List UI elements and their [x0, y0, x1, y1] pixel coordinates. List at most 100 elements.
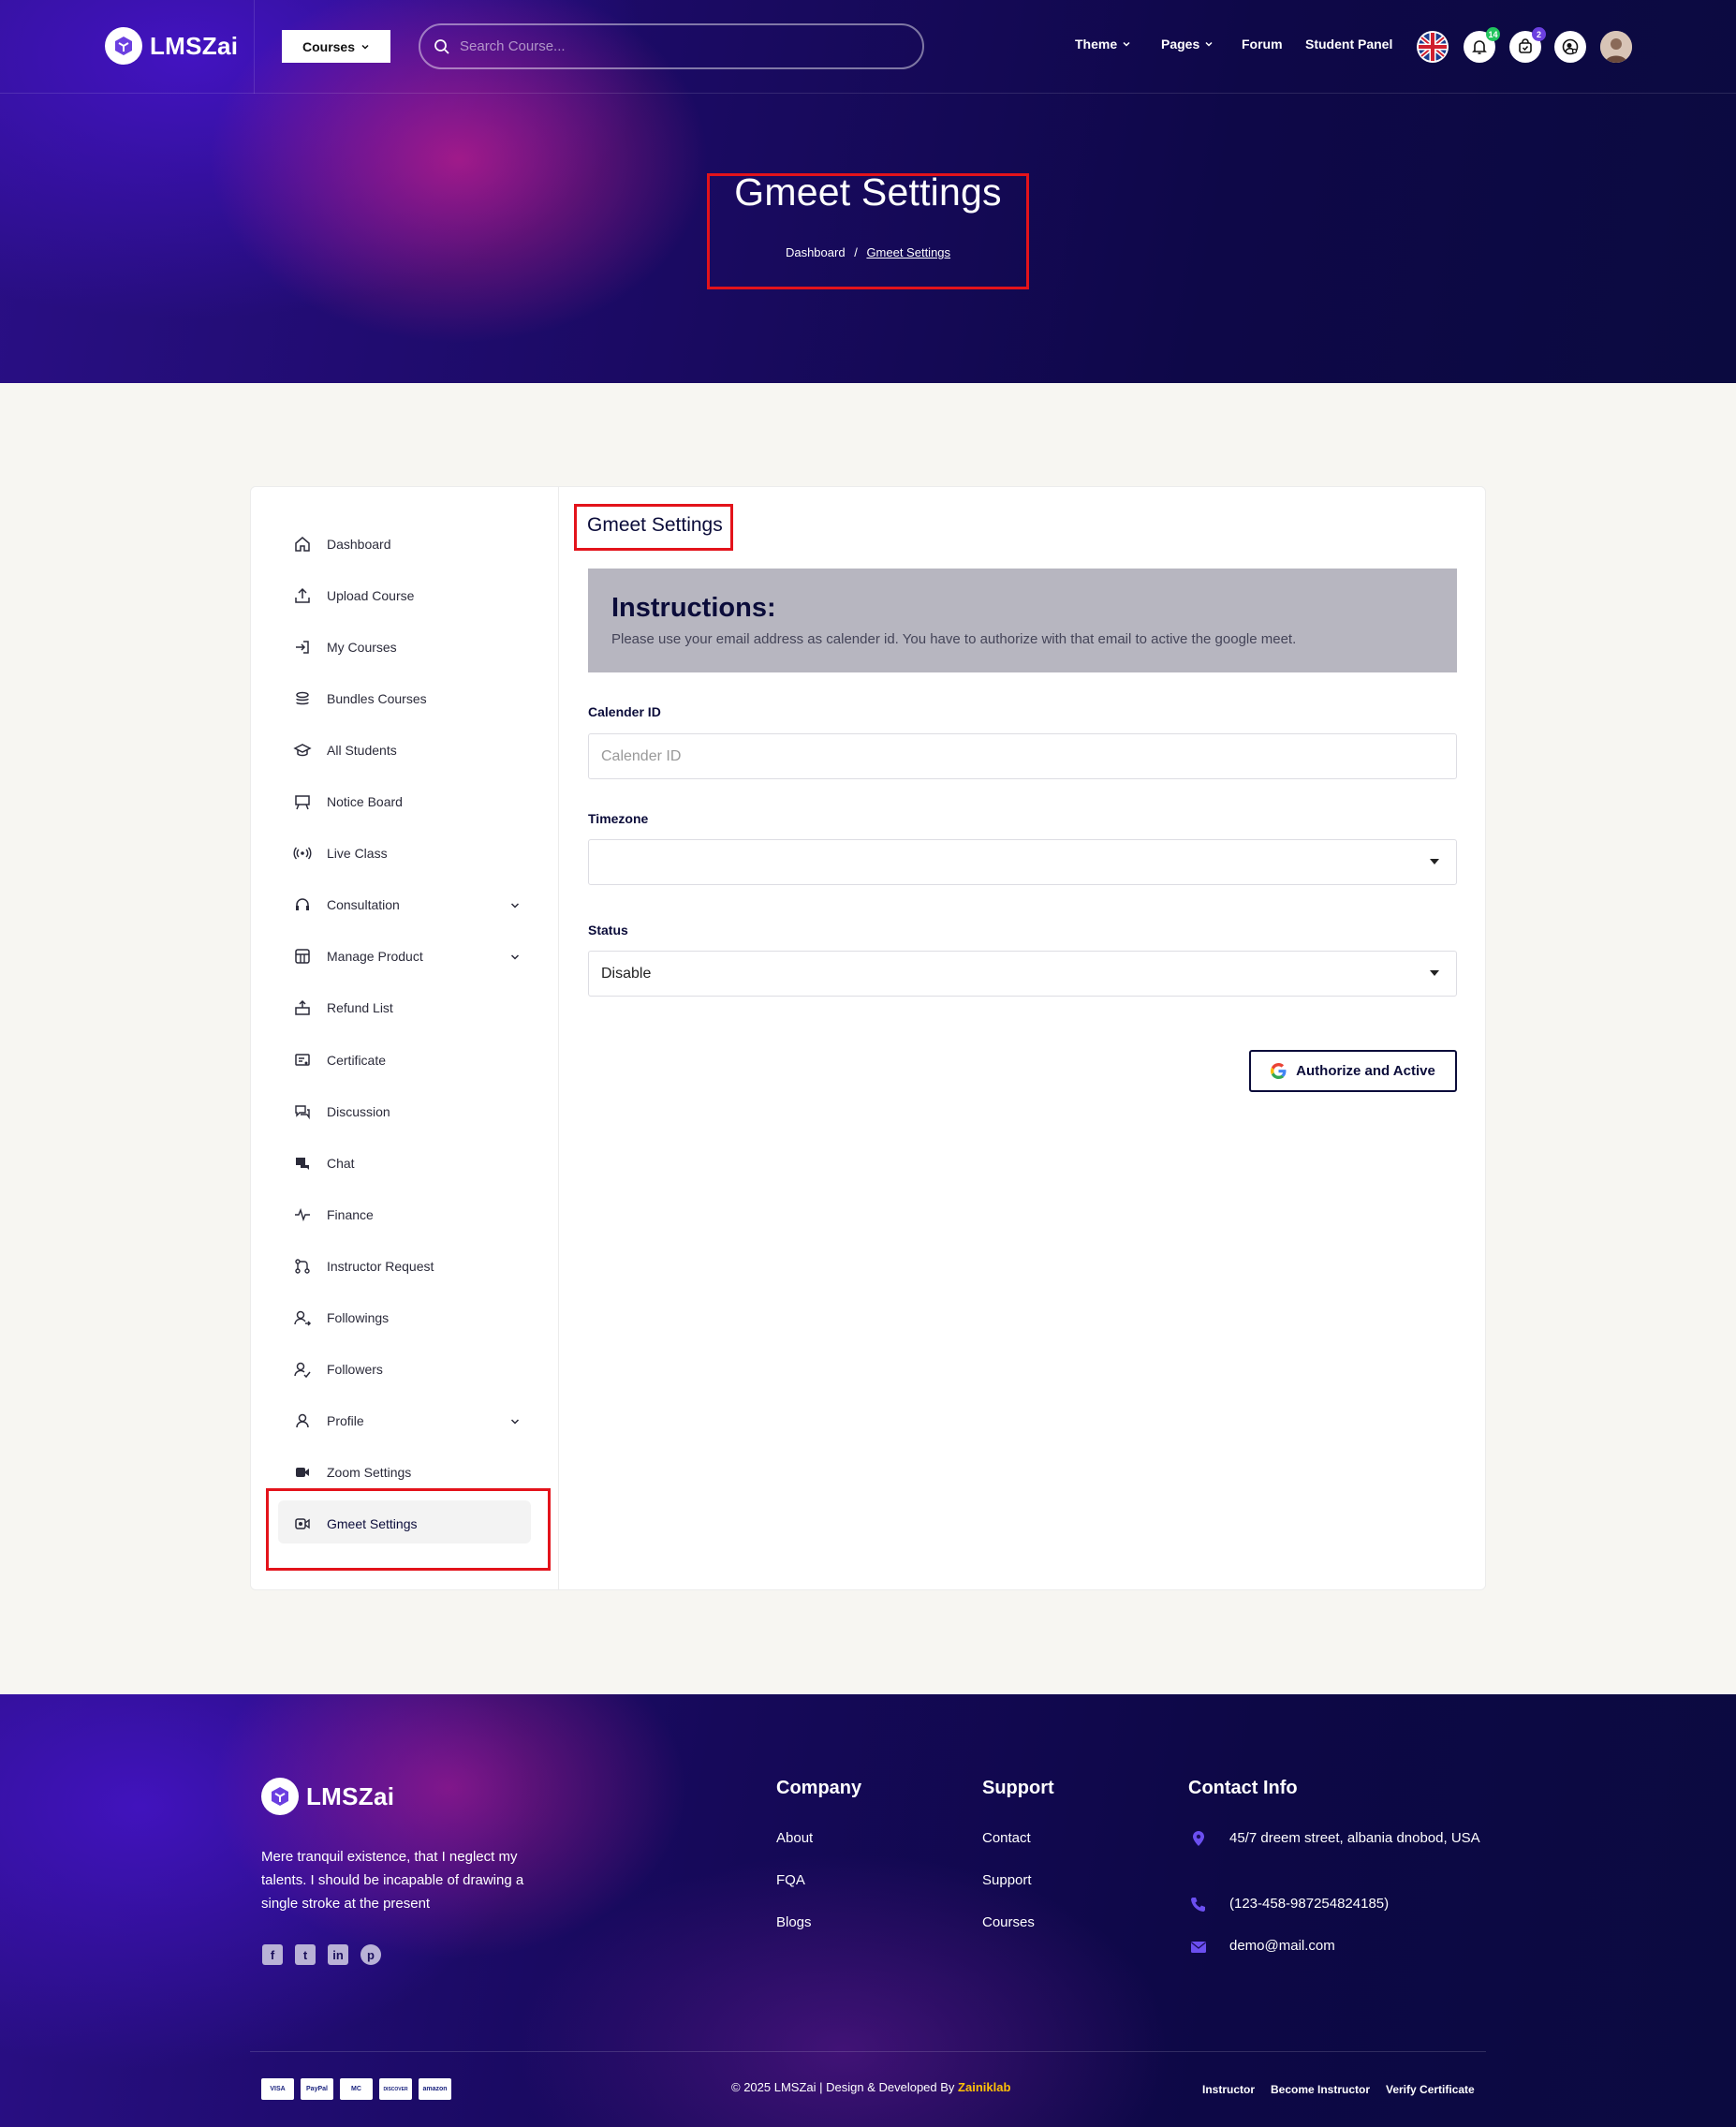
caret-down-icon [1430, 859, 1439, 864]
sidebar-item-refund-list[interactable]: Refund List [293, 997, 393, 1019]
sidebar-item-label: Notice Board [327, 794, 403, 809]
nav-student-panel[interactable]: Student Panel [1305, 37, 1392, 52]
logo-icon [105, 27, 142, 65]
sidebar-item-label: My Courses [327, 640, 397, 655]
sidebar-item-notice-board[interactable]: Notice Board [293, 790, 403, 813]
facebook-icon[interactable]: f [262, 1944, 283, 1965]
search-input[interactable] [460, 38, 900, 54]
instructions-text: Please use your email address as calende… [611, 631, 1297, 647]
login-icon [293, 638, 312, 657]
stack-icon [293, 689, 312, 708]
sidebar-item-live-class[interactable]: Live Class [293, 842, 388, 864]
sidebar-item-label: Dashboard [327, 537, 391, 552]
chevron-down-icon[interactable] [509, 951, 521, 962]
search-bar[interactable] [419, 23, 924, 69]
footer-link-become-instructor[interactable]: Become Instructor [1271, 2083, 1370, 2096]
chevron-down-icon [361, 44, 369, 50]
authorize-active-button[interactable]: Authorize and Active [1249, 1050, 1457, 1092]
sidebar-item-bundles-courses[interactable]: Bundles Courses [293, 687, 427, 710]
refund-icon [293, 998, 312, 1017]
instructions-box: Instructions: Please use your email addr… [588, 569, 1457, 672]
timezone-select[interactable] [588, 839, 1457, 885]
sidebar-item-followers[interactable]: Followers [293, 1358, 383, 1381]
copyright-text: © 2025 LMSZai | Design & Developed By [731, 2080, 955, 2094]
footer-link-fqa[interactable]: FQA [776, 1872, 805, 1888]
sidebar-item-manage-product[interactable]: Manage Product [293, 945, 423, 967]
status-select[interactable]: Disable [588, 951, 1457, 997]
sidebar-item-label: Zoom Settings [327, 1465, 412, 1480]
video-icon [293, 1463, 312, 1482]
authorize-label: Authorize and Active [1296, 1063, 1435, 1079]
discussion-icon [293, 1102, 312, 1121]
status-value: Disable [601, 965, 652, 982]
sidebar-item-label: Followings [327, 1310, 390, 1325]
sidebar-item-label: All Students [327, 743, 397, 758]
copyright-brand[interactable]: Zainiklab [958, 2080, 1010, 2094]
sidebar-item-label: Profile [327, 1413, 364, 1428]
chevron-down-icon [1205, 41, 1213, 47]
mastercard-icon: MC [340, 2078, 373, 2100]
discover-icon: DISCOVER [379, 2078, 412, 2100]
chevron-down-icon[interactable] [509, 899, 521, 910]
sidebar-item-label: Finance [327, 1207, 374, 1222]
sidebar-item-consultation[interactable]: Consultation [293, 894, 400, 916]
copyright: © 2025 LMSZai | Design & Developed By Za… [731, 2080, 1010, 2094]
footer-email[interactable]: demo@mail.com [1229, 1935, 1482, 1957]
nav-pages[interactable]: Pages [1161, 37, 1214, 52]
pulse-icon [293, 1205, 312, 1224]
pinterest-icon[interactable]: p [360, 1944, 381, 1965]
sidebar-item-followings[interactable]: Followings [293, 1307, 389, 1329]
chat-icon [293, 1154, 312, 1173]
footer-link-blogs[interactable]: Blogs [776, 1914, 812, 1930]
uk-flag-icon [1419, 33, 1447, 61]
sidebar-item-certificate[interactable]: Certificate [293, 1049, 386, 1071]
sidebar-item-zoom-settings[interactable]: Zoom Settings [293, 1461, 411, 1484]
avatar-image [1600, 31, 1632, 63]
sidebar-item-label: Consultation [327, 897, 400, 912]
footer-brand-name: LMSZai [306, 1781, 395, 1810]
board-icon [293, 792, 312, 811]
sidebar-item-upload-course[interactable]: Upload Course [293, 584, 414, 607]
footer-link-instructor[interactable]: Instructor [1202, 2083, 1255, 2096]
notifications-button[interactable]: 14 [1464, 27, 1500, 63]
footer-company-title: Company [776, 1778, 862, 1798]
sidebar-item-chat[interactable]: Chat [293, 1152, 355, 1174]
sidebar-item-my-courses[interactable]: My Courses [293, 636, 397, 658]
footer-link-about[interactable]: About [776, 1830, 813, 1846]
footer-divider [250, 2051, 1486, 2052]
headset-icon [293, 895, 312, 914]
broadcast-icon [293, 844, 312, 863]
language-flag-button[interactable] [1417, 31, 1449, 63]
nav-forum[interactable]: Forum [1242, 37, 1283, 52]
nav-theme[interactable]: Theme [1075, 37, 1131, 52]
sidebar-item-finance[interactable]: Finance [293, 1204, 374, 1226]
calendar-id-input[interactable] [601, 747, 1456, 765]
sidebar-item-label: Chat [327, 1156, 355, 1171]
settings-button[interactable] [1554, 31, 1586, 63]
sidebar-item-label: Followers [327, 1362, 383, 1377]
chevron-down-icon[interactable] [509, 1415, 521, 1426]
footer-link-contact[interactable]: Contact [982, 1830, 1031, 1846]
nav-theme-label: Theme [1075, 37, 1118, 52]
calendar-id-field[interactable] [588, 733, 1457, 779]
sidebar-item-dashboard[interactable]: Dashboard [293, 533, 391, 555]
linkedin-icon[interactable]: in [328, 1944, 348, 1965]
sidebar-item-all-students[interactable]: All Students [293, 739, 397, 761]
sidebar-item-profile[interactable]: Profile [293, 1410, 364, 1432]
bell-icon [1472, 40, 1487, 54]
footer-link-support[interactable]: Support [982, 1872, 1032, 1888]
twitter-icon[interactable]: t [295, 1944, 316, 1965]
upload-icon [293, 586, 312, 605]
location-icon [1193, 1831, 1204, 1846]
cart-button[interactable]: 2 [1509, 27, 1546, 63]
footer-logo[interactable]: LMSZai [261, 1778, 394, 1815]
footer-link-courses[interactable]: Courses [982, 1914, 1035, 1930]
avatar[interactable] [1600, 31, 1632, 63]
site-logo[interactable]: LMSZai [105, 27, 238, 65]
footer-link-verify-certificate[interactable]: Verify Certificate [1386, 2083, 1475, 2096]
courses-dropdown-button[interactable]: Courses [282, 30, 390, 63]
sidebar-item-instructor-request[interactable]: Instructor Request [293, 1255, 434, 1278]
visa-icon: VISA [261, 2078, 294, 2100]
footer-phone: (123-458-987254824185) [1229, 1896, 1390, 1912]
sidebar-item-discussion[interactable]: Discussion [293, 1100, 390, 1123]
